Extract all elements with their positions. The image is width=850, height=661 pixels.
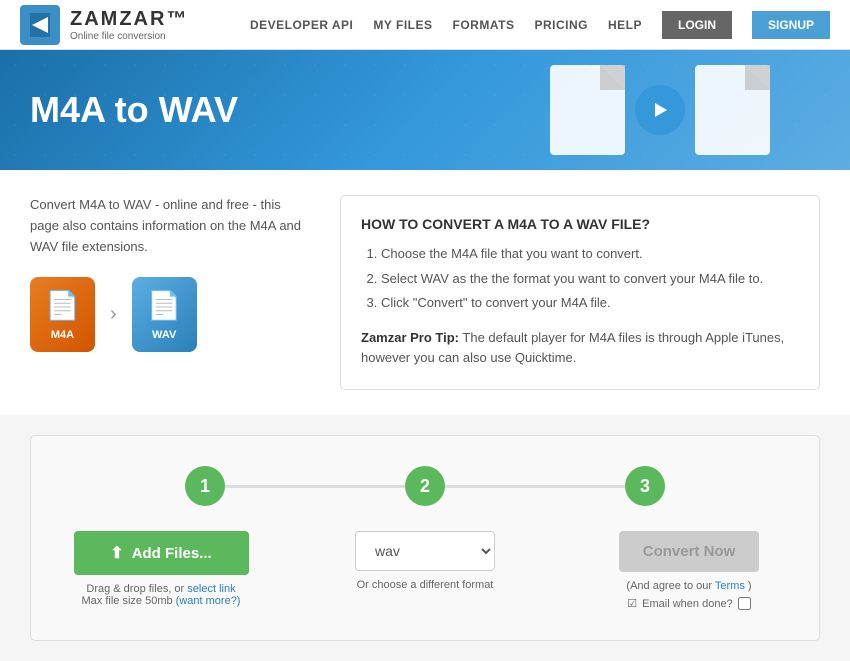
steps-actions-row: ⬆ Add Files... Drag & drop files, or sel…: [61, 531, 789, 610]
want-more-link[interactable]: (want more?): [176, 595, 241, 607]
choose-format-text: Or choose a different format: [357, 579, 494, 591]
m4a-label: M4A: [51, 329, 74, 341]
nav-developer-api[interactable]: DEVELOPER API: [250, 18, 353, 32]
wav-label: WAV: [152, 329, 176, 341]
upload-icon: ⬆: [110, 543, 123, 563]
login-button[interactable]: LOGIN: [662, 11, 732, 39]
agree-prefix: (And agree to our: [626, 580, 712, 592]
wav-icon: 📄 WAV: [132, 277, 197, 352]
signup-button[interactable]: SIGNUP: [752, 11, 830, 39]
step-circle-2: 2: [405, 466, 445, 506]
pro-tip: Zamzar Pro Tip: The default player for M…: [361, 328, 799, 370]
converter-section: 1 2 3 ⬆ Add Files... Drag & drop files, …: [30, 435, 820, 641]
logo-icon: [20, 5, 60, 45]
info-title: HOW TO CONVERT A M4A TO A WAV FILE?: [361, 216, 799, 232]
step-circle-1: 1: [185, 466, 225, 506]
info-box: HOW TO CONVERT A M4A TO A WAV FILE? Choo…: [340, 195, 820, 390]
content-layout: Convert M4A to WAV - online and free - t…: [30, 195, 820, 390]
email-label: Email when done?: [642, 598, 733, 610]
step1-area: ⬆ Add Files... Drag & drop files, or sel…: [61, 531, 261, 607]
agree-text: (And agree to our Terms ): [626, 580, 751, 592]
email-checkbox-area: ☑ Email when done?: [627, 597, 750, 610]
email-checkbox[interactable]: [738, 597, 751, 610]
hero-file-icon-2: [695, 65, 770, 155]
steps-bar: 1 2 3: [61, 466, 789, 506]
step2-area: wav mp3 aac ogg flac m4a Or choose a dif…: [261, 531, 589, 591]
m4a-doc-symbol: 📄: [45, 289, 80, 322]
drag-text: Drag & drop files, or: [86, 583, 184, 595]
arrow-icon: ›: [110, 303, 117, 326]
agree-close: ): [748, 580, 752, 592]
nav-area: DEVELOPER API MY FILES FORMATS PRICING H…: [250, 11, 830, 39]
nav-formats[interactable]: FORMATS: [453, 18, 515, 32]
logo-subtitle: Online file conversion: [70, 31, 188, 42]
format-select[interactable]: wav mp3 aac ogg flac m4a: [355, 531, 495, 571]
step3-area: Convert Now (And agree to our Terms ) ☑ …: [589, 531, 789, 610]
logo-area: ZAMZAR™ Online file conversion: [20, 5, 188, 45]
hero-icons: [550, 65, 770, 155]
hero-file-icon: [550, 65, 625, 155]
nav-help[interactable]: HELP: [608, 18, 642, 32]
terms-link[interactable]: Terms: [715, 580, 745, 592]
step-circle-3: 3: [625, 466, 665, 506]
logo-text-area: ZAMZAR™ Online file conversion: [70, 8, 188, 42]
play-button-hero: [635, 85, 685, 135]
nav-my-files[interactable]: MY FILES: [373, 18, 432, 32]
conversion-icons: 📄 M4A › 📄 WAV: [30, 277, 310, 352]
info-step-1: Choose the M4A file that you want to con…: [381, 244, 799, 264]
logo-brand: ZAMZAR™: [70, 8, 188, 31]
hero-title: M4A to WAV: [30, 89, 238, 131]
info-step-3: Click "Convert" to convert your M4A file…: [381, 293, 799, 313]
drag-drop-text: Drag & drop files, or select link Max fi…: [82, 583, 241, 607]
nav-pricing[interactable]: PRICING: [534, 18, 588, 32]
email-checkbox-icon: ☑: [627, 597, 637, 610]
m4a-icon: 📄 M4A: [30, 277, 95, 352]
header: ZAMZAR™ Online file conversion DEVELOPER…: [0, 0, 850, 50]
pro-tip-bold: Zamzar Pro Tip:: [361, 330, 459, 345]
info-step-2: Select WAV as the the format you want to…: [381, 269, 799, 289]
select-link[interactable]: select link: [187, 583, 235, 595]
hero-banner: M4A to WAV: [0, 50, 850, 170]
wav-doc-symbol: 📄: [147, 289, 182, 322]
convert-button[interactable]: Convert Now: [619, 531, 759, 572]
step-line-2: [445, 485, 625, 488]
left-section: Convert M4A to WAV - online and free - t…: [30, 195, 310, 352]
info-steps: Choose the M4A file that you want to con…: [361, 244, 799, 313]
add-files-button[interactable]: ⬆ Add Files...: [74, 531, 249, 575]
add-files-label: Add Files...: [132, 545, 212, 562]
max-size-text: Max file size 50mb: [82, 595, 173, 607]
main-content: Convert M4A to WAV - online and free - t…: [0, 170, 850, 415]
step-line-1: [225, 485, 405, 488]
intro-description: Convert M4A to WAV - online and free - t…: [30, 195, 310, 257]
